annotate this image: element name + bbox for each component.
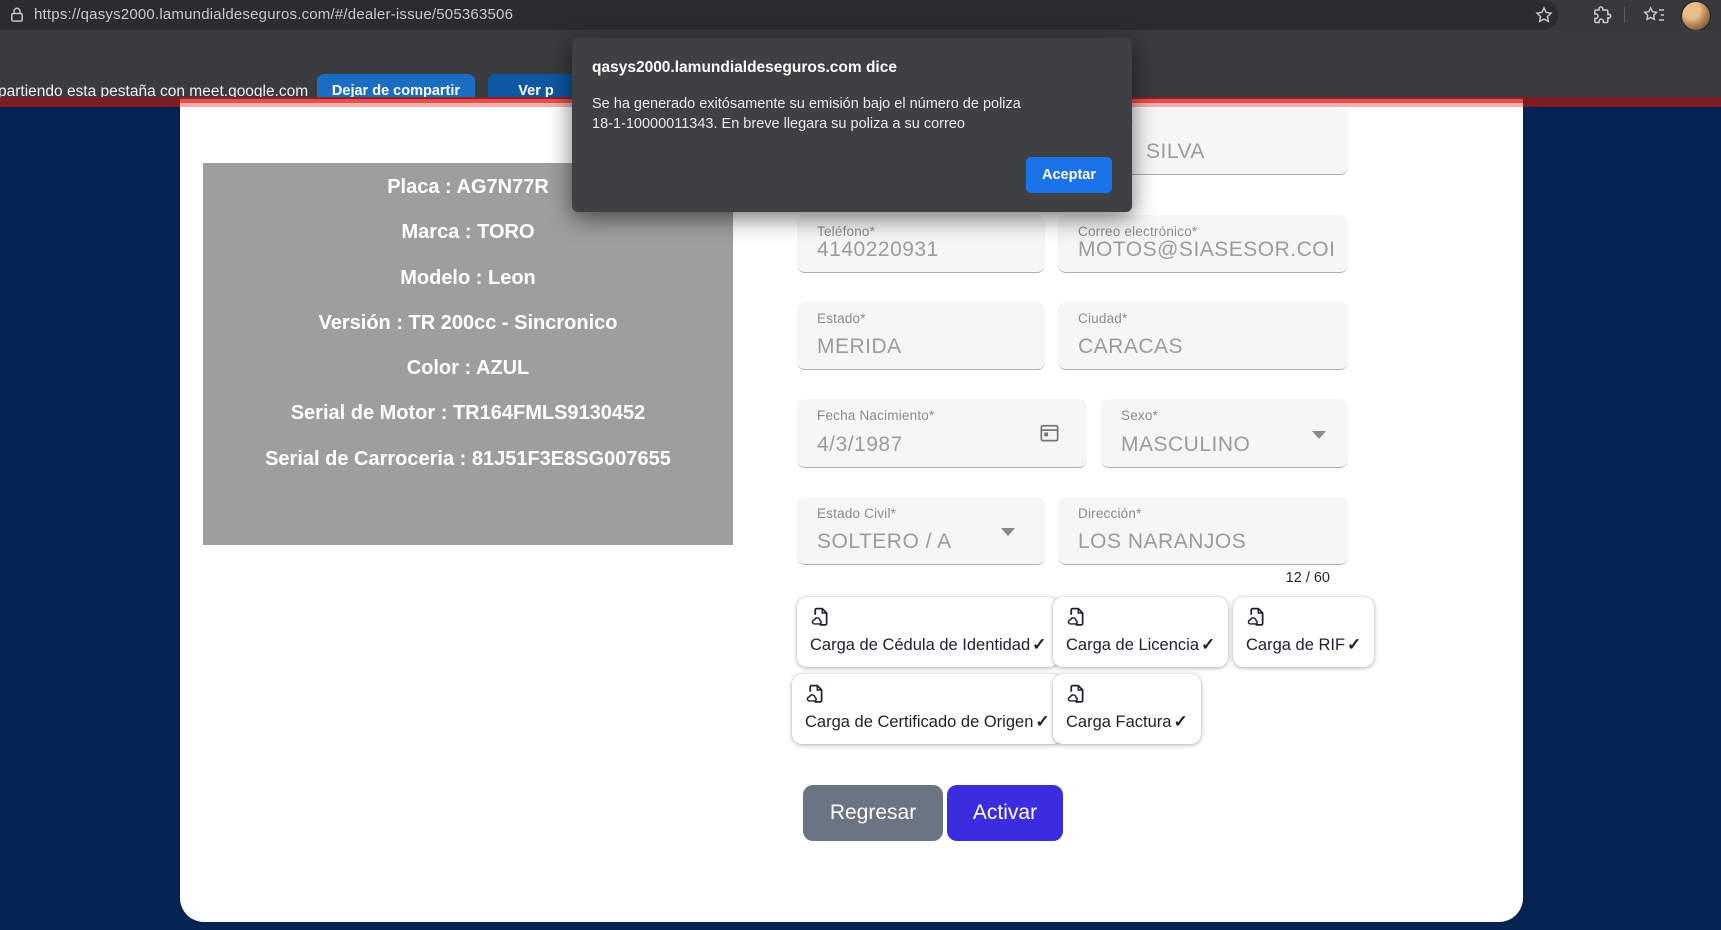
vehicle-modelo: Modelo : Leon <box>203 256 733 301</box>
vehicle-serial-carroceria: Serial de Carroceria : 81J51F3E8SG007655 <box>203 437 733 482</box>
fecha-nacimiento-label: Fecha Nacimiento* <box>817 408 934 423</box>
estado-value: MERIDA <box>817 335 902 359</box>
apellido-value: SILVA <box>1146 140 1205 164</box>
ciudad-label: Ciudad* <box>1078 311 1127 326</box>
estado-civil-label: Estado Civil* <box>817 506 896 521</box>
upload-file-icon <box>805 683 1050 709</box>
alert-dialog-message: Se ha generado exitósamente su emisión b… <box>592 94 1021 134</box>
upload-cedula-button[interactable]: Carga de Cédula de Identidad✓ <box>797 597 1059 667</box>
fecha-nacimiento-value: 4/3/1987 <box>817 433 903 457</box>
ciudad-value: CARACAS <box>1078 335 1183 359</box>
upload-factura-label: Carga Factura <box>1066 713 1171 731</box>
upload-licencia-button[interactable]: Carga de Licencia✓ <box>1053 597 1228 667</box>
ciudad-field[interactable]: Ciudad* CARACAS <box>1058 302 1348 370</box>
upload-rif-label: Carga de RIF <box>1246 636 1345 654</box>
aceptar-button[interactable]: Aceptar <box>1026 157 1112 193</box>
activar-button[interactable]: Activar <box>947 785 1063 841</box>
sexo-dropdown-arrow-icon[interactable] <box>1312 431 1326 439</box>
check-icon: ✓ <box>1032 635 1046 654</box>
correo-value: MOTOS@SIASESOR.COI <box>1078 238 1335 262</box>
check-icon: ✓ <box>1173 712 1187 731</box>
profile-avatar[interactable] <box>1681 1 1711 31</box>
alert-message-line1: Se ha generado exitósamente su emisión b… <box>592 94 1021 114</box>
check-icon: ✓ <box>1347 635 1361 654</box>
regresar-button[interactable]: Regresar <box>803 785 943 841</box>
check-icon: ✓ <box>1035 712 1049 731</box>
upload-file-icon <box>1066 606 1215 632</box>
direccion-value: LOS NARANJOS <box>1078 530 1246 554</box>
upload-file-icon <box>1066 683 1188 709</box>
upload-cedula-label: Carga de Cédula de Identidad <box>810 636 1030 654</box>
estado-field[interactable]: Estado* MERIDA <box>797 302 1045 370</box>
vehicle-info-panel: Placa : AG7N77R Marca : TORO Modelo : Le… <box>203 163 733 545</box>
telefono-field[interactable]: Teléfono* 4140220931 <box>797 215 1045 273</box>
upload-file-icon <box>810 606 1046 632</box>
telefono-label: Teléfono* <box>817 224 875 239</box>
url-text[interactable]: https://qasys2000.lamundialdeseguros.com… <box>34 6 513 23</box>
check-icon: ✓ <box>1201 635 1215 654</box>
vehicle-version: Versión : TR 200cc - Sincronico <box>203 301 733 346</box>
upload-licencia-label: Carga de Licencia <box>1066 636 1199 654</box>
vehicle-color: Color : AZUL <box>203 346 733 391</box>
alert-message-line2: 18-1-10000011343. En breve llegara su po… <box>592 114 1021 134</box>
browser-top-bar: https://qasys2000.lamundialdeseguros.com… <box>0 0 1721 30</box>
bookmark-star-icon[interactable] <box>1534 5 1554 25</box>
upload-certificado-button[interactable]: Carga de Certificado de Origen✓ <box>792 674 1063 744</box>
upload-file-icon <box>1246 606 1361 632</box>
sexo-label: Sexo* <box>1121 408 1158 423</box>
toolbar-divider <box>1624 7 1625 23</box>
vehicle-serial-motor: Serial de Motor : TR164FMLS9130452 <box>203 391 733 436</box>
extensions-puzzle-icon[interactable] <box>1592 5 1612 25</box>
estado-civil-value: SOLTERO / A <box>817 530 952 554</box>
upload-rif-button[interactable]: Carga de RIF✓ <box>1233 597 1374 667</box>
correo-label: Correo electrónico* <box>1078 224 1197 239</box>
side-panel-star-icon[interactable] <box>1642 5 1662 25</box>
alert-dialog-title: qasys2000.lamundialdeseguros.com dice <box>592 59 897 77</box>
direccion-label: Dirección* <box>1078 506 1142 521</box>
estado-civil-field[interactable]: Estado Civil* SOLTERO / A <box>797 497 1045 565</box>
direccion-char-counter: 12 / 60 <box>1248 570 1330 586</box>
upload-factura-button[interactable]: Carga Factura✓ <box>1053 674 1201 744</box>
telefono-value: 4140220931 <box>817 238 939 262</box>
vehicle-marca: Marca : TORO <box>203 210 733 255</box>
correo-field[interactable]: Correo electrónico* MOTOS@SIASESOR.COI <box>1058 215 1348 273</box>
site-lock-icon[interactable] <box>8 6 26 24</box>
sexo-field[interactable]: Sexo* MASCULINO <box>1101 399 1348 468</box>
sexo-value: MASCULINO <box>1121 433 1250 457</box>
upload-certificado-label: Carga de Certificado de Origen <box>805 713 1033 731</box>
alert-dialog: qasys2000.lamundialdeseguros.com dice Se… <box>572 38 1132 212</box>
calendar-icon[interactable] <box>1038 421 1061 449</box>
fecha-nacimiento-field[interactable]: Fecha Nacimiento* 4/3/1987 <box>797 399 1087 468</box>
estado-label: Estado* <box>817 311 866 326</box>
estado-civil-dropdown-arrow-icon[interactable] <box>1001 528 1015 536</box>
direccion-field[interactable]: Dirección* LOS NARANJOS <box>1058 497 1348 565</box>
